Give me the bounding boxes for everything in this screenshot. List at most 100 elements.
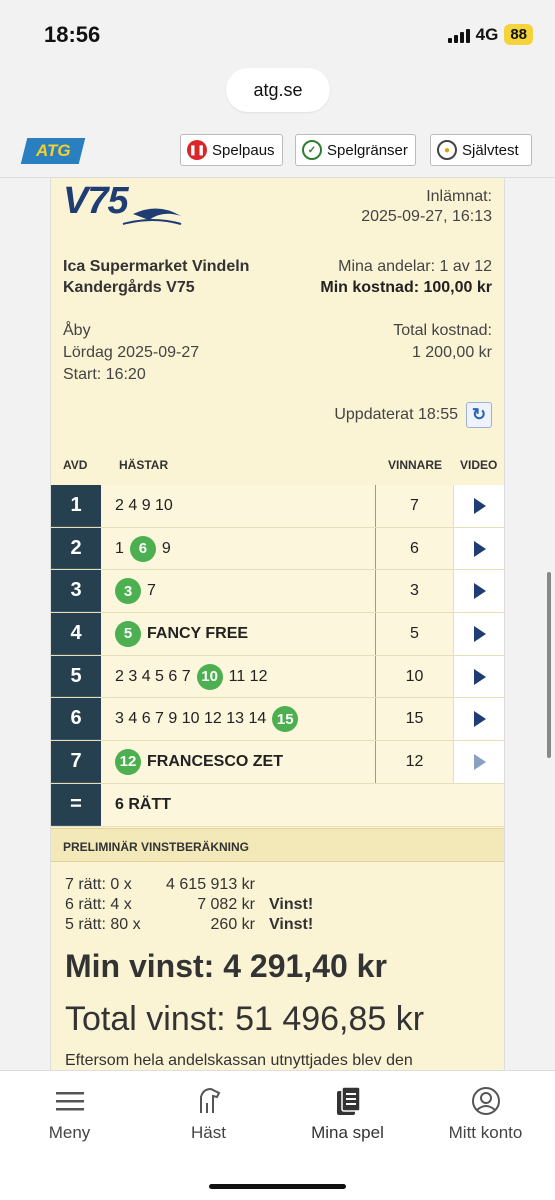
logo-text: ATG: [35, 141, 71, 160]
status-indicators: 4G 88: [447, 24, 533, 45]
tab-meny[interactable]: Meny: [0, 1085, 139, 1143]
share-info: Mina andelar: 1 av 12 Min kostnad: 100,0…: [320, 256, 492, 298]
shares-text: Mina andelar: 1 av 12: [338, 258, 492, 275]
submitted-label: Inlämnat:: [426, 188, 492, 205]
pause-icon: ❚❚: [187, 140, 207, 160]
shop-info: Ica Supermarket Vindeln Kandergårds V75: [63, 256, 249, 298]
horse-list: 169: [101, 527, 376, 570]
min-vinst: Min vinst: 4 291,40 kr: [65, 948, 387, 984]
tab-bar: Meny Häst Mina spel Mitt konto: [0, 1070, 555, 1200]
total-cost-label: Total kostnad:: [393, 322, 492, 339]
menu-icon: [54, 1085, 86, 1117]
footnote: Eftersom hela andelskassan utnyttjades b…: [65, 1052, 413, 1069]
home-indicator: [209, 1184, 346, 1189]
prelim-row: 5 rätt: 80 x 260 kr Vinst!: [65, 916, 465, 936]
race-row: 3373: [51, 570, 504, 614]
sum-text: 6 RÄTT: [101, 783, 504, 826]
network-label: 4G: [475, 24, 499, 44]
url-bar[interactable]: atg.se: [226, 68, 330, 112]
horse-name: FRANCESCO ZET: [147, 752, 283, 770]
video-button[interactable]: [454, 655, 504, 698]
sjalvtest-label: Självtest: [462, 141, 519, 159]
tab-meny-label: Meny: [48, 1123, 91, 1142]
prelim-amount: 7 082 kr: [197, 896, 255, 913]
atg-logo[interactable]: ATG: [20, 138, 86, 164]
tab-mina-spel[interactable]: Mina spel: [278, 1085, 417, 1143]
horse-list: 3 4 6 7 9 10 12 13 14 15: [101, 698, 376, 741]
prelim-note: Vinst!: [269, 896, 314, 913]
play-icon: [474, 497, 486, 514]
winner-number: 7: [376, 485, 454, 527]
prelim-label: 7 rätt: 0 x: [65, 876, 132, 893]
avd-number: 4: [51, 613, 101, 655]
tab-mitt-konto[interactable]: Mitt konto: [416, 1085, 555, 1143]
prelim-heading: PRELIMINÄR VINSTBERÄKNING: [51, 828, 504, 862]
winner-badge: 12: [115, 748, 141, 775]
tab-hast[interactable]: Häst: [139, 1085, 278, 1143]
horse-numbers: 3 4 6 7 9 10 12 13 14: [115, 710, 267, 728]
total-cost: Total kostnad: 1 200,00 kr: [393, 320, 492, 364]
play-icon: [474, 583, 486, 600]
header-video: VIDEO: [460, 458, 498, 472]
race-row: 1 2 4 9 10 7: [51, 485, 504, 528]
prelim-label: 6 rätt: 4 x: [65, 896, 132, 913]
scrollbar[interactable]: [547, 572, 551, 758]
horse-numbers: 1: [115, 539, 124, 557]
spelgranser-label: Spelgränser: [327, 141, 408, 159]
team-name: Kandergårds V75: [63, 279, 195, 296]
prelim-label: 5 rätt: 80 x: [65, 916, 141, 933]
race-row: 6 3 4 6 7 9 10 12 13 14 15 15: [51, 698, 504, 742]
tab-mitt-konto-label: Mitt konto: [448, 1123, 523, 1142]
header-avd: AVD: [63, 458, 88, 472]
total-vinst: Total vinst: 51 496,85 kr: [65, 1000, 425, 1038]
horse-list: 37: [101, 570, 376, 613]
status-bar: 18:56 4G 88: [0, 0, 555, 68]
winner-number: 3: [376, 570, 454, 613]
battery-icon: 88: [504, 24, 533, 45]
play-icon: [474, 753, 486, 770]
winner-number: 12: [376, 741, 454, 783]
prelim-row: 6 rätt: 4 x 7 082 kr Vinst!: [65, 896, 465, 916]
horse-list: 5 FANCY FREE: [101, 613, 376, 655]
spelpaus-button[interactable]: ❚❚ Spelpaus: [180, 134, 283, 166]
video-button[interactable]: [454, 527, 504, 570]
horse-numbers: 7: [147, 582, 156, 600]
video-button[interactable]: [454, 741, 504, 783]
prelim-row: 7 rätt: 0 x 4 615 913 kr: [65, 876, 465, 896]
avd-number: 6: [51, 698, 101, 741]
spelgranser-button[interactable]: ✓ Spelgränser: [295, 134, 416, 166]
race-row: 4 5 FANCY FREE 5: [51, 613, 504, 656]
video-button[interactable]: [454, 570, 504, 613]
refresh-icon[interactable]: ↻: [466, 402, 492, 428]
winner-badge: 6: [129, 535, 156, 562]
play-icon: [474, 625, 486, 642]
table-header: AVD HÄSTAR VINNARE VIDEO: [51, 454, 504, 484]
sum-row: = 6 RÄTT: [51, 783, 504, 827]
race-info: Åby Lördag 2025-09-27 Start: 16:20: [63, 320, 199, 386]
race-rows: 12 4 9 10 7 2 1 6 9 6 3 3 7 3 4 5 FANCY FREE 5 5 2 3 4 5…: [51, 485, 504, 827]
video-button[interactable]: [454, 698, 504, 741]
prelim-amount: 4 615 913 kr: [166, 876, 255, 893]
avd-number: 7: [51, 741, 101, 783]
horse-numbers: 2 4 9 10: [115, 496, 173, 514]
tab-mina-spel-label: Mina spel: [311, 1123, 384, 1142]
race-row: 7 12 FRANCESCO ZET 12: [51, 741, 504, 784]
winner-badge: 15: [272, 706, 299, 733]
video-button[interactable]: [454, 485, 504, 527]
winner-number: 10: [376, 655, 454, 698]
winner-badge: 3: [115, 578, 141, 605]
horse-numbers: 2 3 4 5 6 7: [115, 667, 191, 685]
updated-text: Uppdaterat 18:55: [334, 406, 458, 423]
horse-icon: [193, 1085, 225, 1117]
sjalvtest-button[interactable]: ● Självtest: [430, 134, 532, 166]
horse-name: FANCY FREE: [147, 624, 249, 642]
top-nav: ATG ❚❚ Spelpaus ✓ Spelgränser ● Självtes…: [0, 122, 555, 178]
prelim-note: Vinst!: [269, 916, 314, 933]
spelpaus-label: Spelpaus: [212, 141, 275, 159]
race-date: Lördag 2025-09-27: [63, 344, 200, 361]
limit-icon: ✓: [302, 140, 322, 160]
play-icon: [474, 711, 486, 728]
video-button[interactable]: [454, 613, 504, 655]
shop-name: Ica Supermarket Vindeln: [63, 258, 250, 275]
tickets-icon: [332, 1085, 364, 1117]
